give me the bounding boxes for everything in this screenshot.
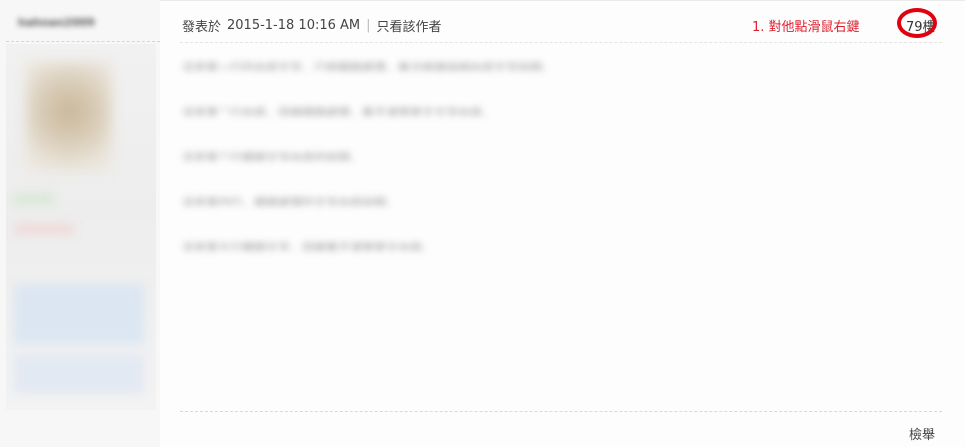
annotation-text: 1. 對他點滑鼠右鍵 xyxy=(752,20,860,35)
post-body-line: 這是第二行內容，同樣模糊處理，看不清楚原文文字內容。 xyxy=(182,106,495,116)
post-body-line: 這是第五行模糊文字，同樣看不清楚原文內容。 xyxy=(182,241,435,251)
post-meta: 發表於 2015-1-18 10:16 AM | 只看該作者 xyxy=(182,16,442,35)
profile-blur-block xyxy=(14,194,54,204)
profile-blur-block xyxy=(14,284,144,344)
author-username[interactable]: hahnan2009 xyxy=(18,16,118,28)
post-body-line: 這是第四行，模糊處理的文字內容說明。 xyxy=(182,196,399,206)
meta-divider xyxy=(180,42,942,43)
post-bottom-divider xyxy=(180,411,942,412)
post-top-border xyxy=(160,0,965,1)
author-avatar[interactable] xyxy=(26,62,112,172)
author-profile-panel xyxy=(6,44,156,410)
report-link[interactable]: 檢舉 xyxy=(909,424,935,443)
post-meta-prefix: 發表於 xyxy=(182,20,222,35)
highlight-circle xyxy=(897,8,937,38)
meta-separator: | xyxy=(366,18,371,33)
profile-blur-block xyxy=(14,224,74,234)
sidebar-divider xyxy=(6,41,160,42)
profile-blur-block xyxy=(14,354,144,394)
only-author-link[interactable]: 只看該作者 xyxy=(377,16,442,35)
post-body-line: 這是第一行的內容文字，已經模糊處理，無法辨識詳細內容文字說明。 xyxy=(182,61,555,71)
post-timestamp: 2015-1-18 10:16 AM xyxy=(227,18,361,33)
post-body-line: 這是第三行模糊文字內容的說明。 xyxy=(182,151,363,161)
